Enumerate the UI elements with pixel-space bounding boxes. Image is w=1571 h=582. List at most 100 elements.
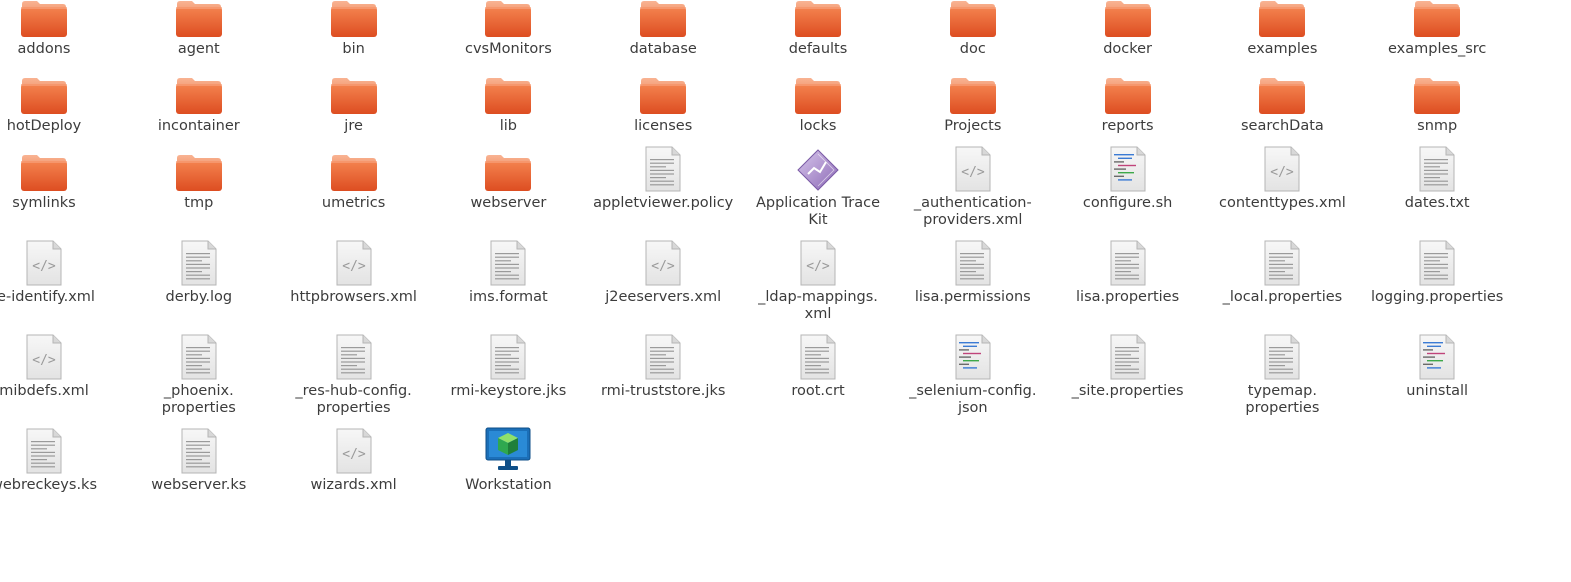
file-label: configure.sh [1082, 195, 1173, 211]
file-item[interactable]: lisa.properties [1053, 234, 1203, 306]
file-label: uninstall [1406, 383, 1469, 399]
file-label: examples_src [1387, 41, 1487, 57]
file-item[interactable]: agent [124, 0, 274, 58]
file-item[interactable]: addons [0, 0, 119, 58]
script-file-icon [947, 328, 999, 380]
file-item[interactable]: webreckeys.ks [0, 422, 119, 494]
file-item[interactable]: derby.log [124, 234, 274, 306]
file-label: defaults [788, 41, 848, 57]
file-item[interactable]: searchData [1207, 63, 1357, 135]
file-label: locks [799, 118, 837, 134]
file-item[interactable]: </> _ldap-mappings. xml [743, 234, 893, 323]
file-label: rmi-keystore.jks [450, 383, 567, 399]
file-item[interactable]: Workstation [433, 422, 583, 494]
file-item[interactable]: root.crt [743, 328, 893, 400]
file-item[interactable]: webserver.ks [124, 422, 274, 494]
text-file-icon [18, 422, 70, 474]
file-label: Workstation [465, 477, 552, 493]
file-label: docker [1103, 41, 1152, 57]
file-item[interactable]: jre [279, 63, 429, 135]
file-label: typemap. properties [1245, 383, 1320, 416]
file-item[interactable]: rmi-keystore.jks [433, 328, 583, 400]
file-item[interactable]: rmi-truststore.jks [588, 328, 738, 400]
file-label: logging.properties [1371, 289, 1504, 305]
folder-icon [482, 0, 534, 38]
xml-file-icon: </> [792, 234, 844, 286]
file-item[interactable]: </> wizards.xml [279, 422, 429, 494]
file-item[interactable]: lib [433, 63, 583, 135]
xml-file-icon: </> [637, 234, 689, 286]
text-file-icon [1411, 140, 1463, 192]
file-item[interactable]: </> _authentication- providers.xml [898, 140, 1048, 229]
svg-text:</>: </> [32, 259, 56, 274]
file-label: Application Trace Kit [755, 195, 881, 228]
file-item[interactable]: logging.properties [1362, 234, 1512, 306]
file-item[interactable]: reports [1053, 63, 1203, 135]
file-label: Projects [944, 118, 1002, 134]
folder-icon [947, 63, 999, 115]
folder-icon [18, 140, 70, 192]
file-item[interactable]: typemap. properties [1207, 328, 1357, 417]
file-item[interactable]: ims.format [433, 234, 583, 306]
file-item[interactable]: </> contenttypes.xml [1207, 140, 1357, 212]
file-item[interactable]: examples [1207, 0, 1357, 58]
folder-icon [637, 63, 689, 115]
file-item[interactable]: licenses [588, 63, 738, 135]
file-item[interactable]: webserver [433, 140, 583, 212]
file-item[interactable]: snmp [1362, 63, 1512, 135]
text-file-icon [482, 234, 534, 286]
file-item[interactable]: _site.properties [1053, 328, 1203, 400]
file-item[interactable]: Projects [898, 63, 1048, 135]
file-item[interactable]: bin [279, 0, 429, 58]
file-label: _selenium-config. json [909, 383, 1037, 416]
file-item[interactable]: uninstall [1362, 328, 1512, 400]
file-item[interactable]: configure.sh [1053, 140, 1203, 212]
file-item[interactable]: lisa.permissions [898, 234, 1048, 306]
file-item[interactable]: doc [898, 0, 1048, 58]
file-item[interactable]: cvsMonitors [433, 0, 583, 58]
text-file-icon [947, 234, 999, 286]
text-file-icon [637, 328, 689, 380]
folder-icon [792, 0, 844, 38]
file-item[interactable]: locks [743, 63, 893, 135]
text-file-icon [328, 328, 380, 380]
svg-text:</>: </> [32, 353, 56, 368]
file-item[interactable]: incontainer [124, 63, 274, 135]
file-item[interactable]: examples_src [1362, 0, 1512, 58]
file-item[interactable]: hotDeploy [0, 63, 119, 135]
file-label: le-identify.xml [0, 289, 95, 305]
file-label: mibdefs.xml [0, 383, 89, 399]
file-label: addons [17, 41, 71, 57]
folder-icon [1411, 63, 1463, 115]
file-item[interactable]: _phoenix. properties [124, 328, 274, 417]
file-item[interactable]: _local.properties [1207, 234, 1357, 306]
file-item[interactable]: defaults [743, 0, 893, 58]
folder-icon [1256, 63, 1308, 115]
file-item[interactable]: _res-hub-config. properties [279, 328, 429, 417]
file-item[interactable]: database [588, 0, 738, 58]
file-label: _local.properties [1222, 289, 1343, 305]
file-label: lisa.permissions [914, 289, 1031, 305]
folder-icon [173, 140, 225, 192]
script-file-icon [1411, 328, 1463, 380]
file-item[interactable]: appletviewer.policy [588, 140, 738, 212]
folder-icon [482, 140, 534, 192]
file-item[interactable]: dates.txt [1362, 140, 1512, 212]
text-file-icon [173, 234, 225, 286]
folder-icon [173, 0, 225, 38]
file-label: licenses [634, 118, 693, 134]
file-item[interactable]: Application Trace Kit [743, 140, 893, 229]
svg-text:</>: </> [342, 259, 366, 274]
file-item[interactable]: tmp [124, 140, 274, 212]
file-item[interactable]: </> le-identify.xml [0, 234, 119, 306]
file-label: webserver.ks [151, 477, 247, 493]
file-item[interactable]: umetrics [279, 140, 429, 212]
file-item[interactable]: docker [1053, 0, 1203, 58]
file-label: tmp [184, 195, 214, 211]
file-item[interactable]: _selenium-config. json [898, 328, 1048, 417]
file-item[interactable]: </> mibdefs.xml [0, 328, 119, 400]
file-item[interactable]: </> httpbrowsers.xml [279, 234, 429, 306]
file-item[interactable]: </> j2eeservers.xml [588, 234, 738, 306]
file-item[interactable]: symlinks [0, 140, 119, 212]
file-label: _site.properties [1071, 383, 1184, 399]
